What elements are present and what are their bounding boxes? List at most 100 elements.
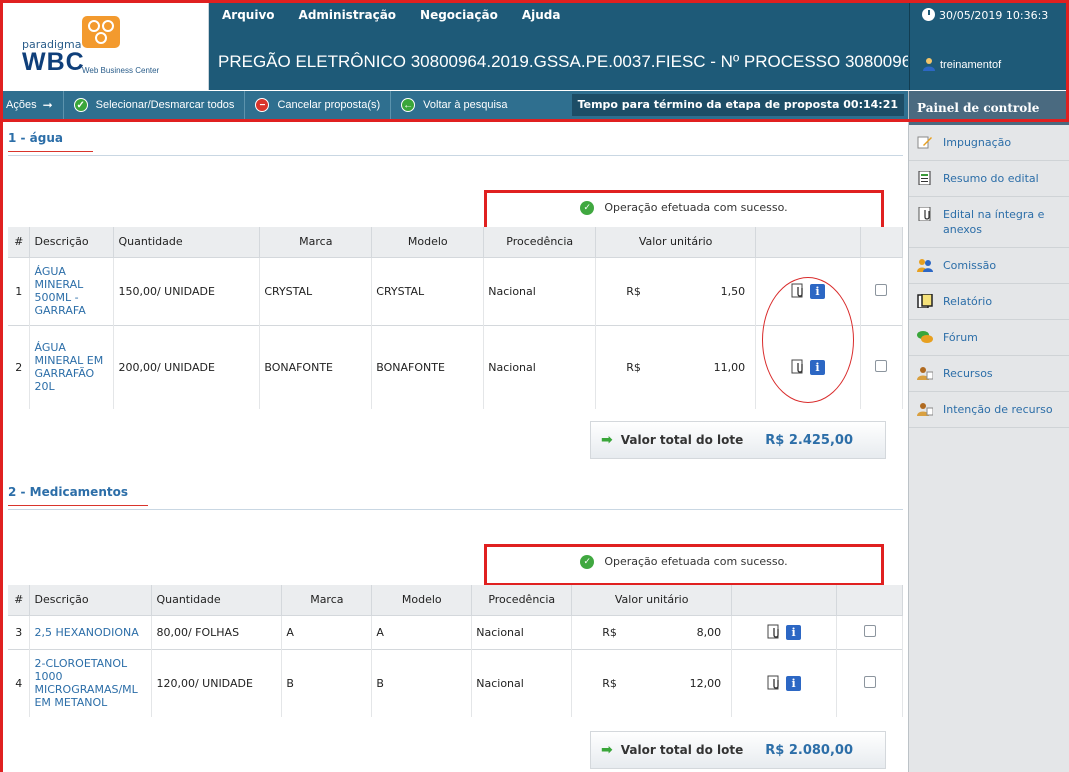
panel-item-forum[interactable]: Fórum	[909, 320, 1069, 356]
main-content: 1 - água ✓ Operação efetuada com sucesso…	[0, 119, 908, 772]
row-value: 12,00	[689, 676, 722, 690]
row-desc-link[interactable]: 2-CLOROETANOL 1000 MICROGRAMAS/ML EM MET…	[29, 648, 153, 717]
col-unit-value: Valor unitário	[571, 585, 733, 615]
row-select	[836, 648, 903, 717]
document-icon	[918, 171, 931, 185]
col-brand: Marca	[259, 227, 373, 257]
lot-total-1: ➡ Valor total do lote R$ 2.425,00	[590, 421, 886, 459]
row-action-icons: i	[731, 614, 838, 649]
row-brand: B	[281, 648, 373, 717]
arrow-right-icon: ➡	[601, 742, 613, 758]
row-currency: R$	[602, 676, 617, 690]
appeal-icon	[917, 403, 933, 416]
report-icon	[917, 294, 933, 308]
panel-item-label: Intenção de recurso	[943, 403, 1053, 416]
row-brand: CRYSTAL	[259, 256, 373, 325]
panel-item-label: Edital na íntegra e anexos	[943, 208, 1045, 236]
row-model: A	[371, 614, 473, 649]
table-row: 3 2,5 HEXANODIONA 80,00/ FOLHAS A A Naci…	[8, 614, 903, 649]
panel-item-recursos[interactable]: Recursos	[909, 356, 1069, 392]
row-unit-value: R$ 12,00	[571, 648, 733, 717]
row-num: 1	[8, 256, 31, 325]
col-select	[836, 585, 903, 615]
col-num: #	[8, 585, 31, 615]
success-message-text: Operação efetuada com sucesso.	[604, 201, 788, 214]
row-origin: Nacional	[471, 648, 573, 717]
col-actions	[755, 227, 861, 257]
table-row: 4 2-CLOROETANOL 1000 MICROGRAMAS/ML EM M…	[8, 648, 903, 717]
highlight-frame-top	[0, 0, 1069, 122]
group-underline	[8, 151, 93, 152]
resources-icon	[917, 367, 933, 380]
panel-item-relatorio[interactable]: Relatório	[909, 284, 1069, 320]
row-model: BONAFONTE	[371, 324, 485, 409]
row-qty: 120,00/ UNIDADE	[151, 648, 283, 717]
row-brand: BONAFONTE	[259, 324, 373, 409]
row-action-icons: i	[731, 648, 838, 717]
users-icon	[917, 259, 933, 272]
col-unit-value: Valor unitário	[595, 227, 757, 257]
lot-total-label: Valor total do lote	[620, 433, 744, 447]
panel-item-resumo-edital[interactable]: Resumo do edital	[909, 161, 1069, 197]
panel-item-label: Relatório	[943, 295, 993, 308]
row-value: 11,00	[713, 360, 746, 374]
group-underline	[8, 505, 148, 506]
row-num: 2	[8, 324, 31, 409]
info-icon[interactable]: i	[786, 624, 802, 640]
panel-item-comissao[interactable]: Comissão	[909, 248, 1069, 284]
row-qty: 80,00/ FOLHAS	[151, 614, 283, 649]
row-desc-link[interactable]: 2,5 HEXANODIONA	[29, 614, 153, 649]
col-qty: Quantidade	[113, 227, 261, 257]
attachment-icon[interactable]	[767, 675, 783, 691]
panel-item-label: Comissão	[943, 259, 997, 272]
col-model: Modelo	[371, 227, 485, 257]
success-check-icon: ✓	[580, 555, 595, 569]
group-title-2: 2 - Medicamentos	[8, 485, 128, 499]
annotation-ellipse	[762, 277, 854, 403]
attachment-icon[interactable]	[767, 624, 783, 640]
group-separator	[8, 509, 903, 510]
row-model: B	[371, 648, 473, 717]
row-currency: R$	[626, 284, 641, 298]
lot-total-value: R$ 2.080,00	[765, 742, 853, 758]
row-origin: Nacional	[471, 614, 573, 649]
col-brand: Marca	[281, 585, 373, 615]
highlight-frame-left	[0, 119, 3, 772]
row-origin: Nacional	[483, 324, 597, 409]
row-checkbox[interactable]	[875, 283, 888, 296]
pencil-icon	[917, 136, 932, 149]
success-message-text: Operação efetuada com sucesso.	[604, 555, 788, 568]
lot-total-label: Valor total do lote	[620, 743, 744, 757]
group-title-1: 1 - água	[8, 131, 64, 145]
forum-icon	[917, 331, 933, 343]
row-desc-link[interactable]: ÁGUA MINERAL EM GARRAFÃO 20L	[29, 324, 115, 409]
row-checkbox[interactable]	[863, 624, 876, 637]
col-actions	[731, 585, 838, 615]
row-select	[860, 256, 904, 325]
row-currency: R$	[626, 360, 641, 374]
panel-item-intencao-recurso[interactable]: Intenção de recurso	[909, 392, 1069, 428]
col-desc: Descrição	[29, 585, 153, 615]
row-value: 8,00	[696, 625, 722, 639]
panel-item-label: Impugnação	[943, 136, 1012, 149]
success-message: ✓ Operação efetuada com sucesso.	[484, 544, 884, 586]
row-value: 1,50	[720, 284, 746, 298]
row-checkbox[interactable]	[863, 675, 876, 688]
row-checkbox[interactable]	[875, 359, 888, 372]
lot-total-value: R$ 2.425,00	[765, 432, 853, 448]
row-currency: R$	[602, 625, 617, 639]
panel-item-impugnacao[interactable]: Impugnação	[909, 125, 1069, 161]
table-header-row: # Descrição Quantidade Marca Modelo Proc…	[8, 585, 903, 615]
info-icon[interactable]: i	[786, 675, 802, 691]
items-table-group-2: # Descrição Quantidade Marca Modelo Proc…	[8, 585, 903, 717]
row-desc-link[interactable]: ÁGUA MINERAL 500ML - GARRAFA	[29, 256, 115, 325]
row-select	[836, 614, 903, 649]
table-header-row: # Descrição Quantidade Marca Modelo Proc…	[8, 227, 904, 257]
panel-item-edital-integra[interactable]: Edital na íntegra e anexos	[909, 197, 1069, 248]
arrow-right-icon: ➡	[601, 432, 613, 448]
row-num: 4	[8, 648, 31, 717]
row-origin: Nacional	[483, 256, 597, 325]
panel-item-label: Fórum	[943, 331, 978, 344]
col-select	[860, 227, 904, 257]
success-check-icon: ✓	[580, 201, 595, 215]
